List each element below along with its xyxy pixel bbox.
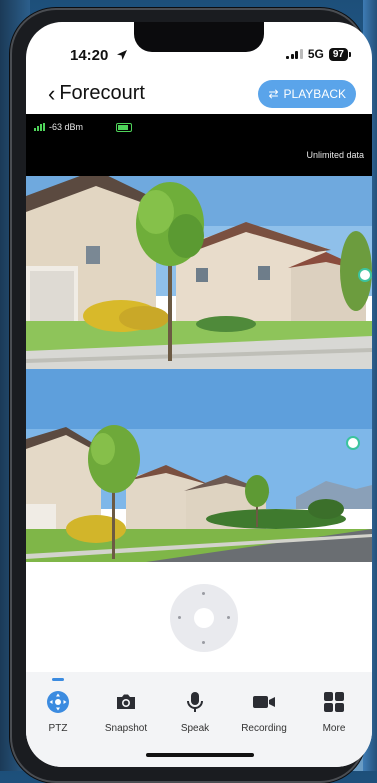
camera-feed-top[interactable] xyxy=(26,176,372,369)
chevron-left-icon: ‹ xyxy=(48,80,56,106)
swap-icon: ⇄ xyxy=(268,87,279,101)
joystick-right-indicator xyxy=(227,616,230,619)
phone-frame: 14:20 5G 97 ‹ Forecourt ⇄ PLAYBACK -63 d… xyxy=(10,8,372,783)
status-time: 14:20 xyxy=(70,47,109,64)
playback-button[interactable]: ⇄ PLAYBACK xyxy=(258,80,356,108)
tab-label: Snapshot xyxy=(104,723,148,734)
tab-label: PTZ xyxy=(48,723,68,734)
camera-battery-icon xyxy=(116,123,132,132)
cellular-signal-icon xyxy=(286,49,303,59)
joystick-down-indicator xyxy=(202,641,205,644)
live-view-header: -63 dBm Unlimited data xyxy=(26,114,372,176)
battery-indicator: 97 xyxy=(328,47,352,61)
signal-strength: -63 dBm xyxy=(49,122,84,132)
tab-label: More xyxy=(322,723,346,734)
ptz-marker-bottom[interactable] xyxy=(346,436,360,450)
network-type: 5G xyxy=(307,47,324,61)
ptz-icon xyxy=(44,688,72,716)
tab-label: Recording xyxy=(241,723,287,734)
ptz-control-panel xyxy=(26,562,372,672)
app-screen: 14:20 5G 97 ‹ Forecourt ⇄ PLAYBACK -63 d… xyxy=(26,22,372,767)
active-tab-indicator xyxy=(52,678,64,681)
tab-more[interactable]: More xyxy=(302,688,366,734)
back-button[interactable]: ‹ Forecourt xyxy=(48,82,145,105)
street-scene-image xyxy=(26,176,372,369)
ptz-joystick[interactable] xyxy=(170,584,238,652)
camera-feed-bottom[interactable] xyxy=(26,369,372,562)
status-indicators: 5G 97 xyxy=(286,47,352,61)
microphone-icon xyxy=(181,688,209,716)
tab-recording[interactable]: Recording xyxy=(232,688,296,734)
location-arrow-icon xyxy=(117,50,127,60)
tab-ptz[interactable]: PTZ xyxy=(26,678,90,734)
page-title: Forecourt xyxy=(59,82,145,104)
joystick-up-indicator xyxy=(202,592,205,595)
video-camera-icon xyxy=(250,688,278,716)
tab-snapshot[interactable]: Snapshot xyxy=(94,688,158,734)
tab-label: Speak xyxy=(180,723,210,734)
ptz-marker-top[interactable] xyxy=(358,268,372,282)
wifi-signal-icon xyxy=(34,123,45,131)
joystick-left-indicator xyxy=(178,616,181,619)
tab-speak[interactable]: Speak xyxy=(163,688,227,734)
street-scene-wide-image xyxy=(26,369,372,562)
home-indicator[interactable] xyxy=(146,753,254,757)
playback-label: PLAYBACK xyxy=(283,87,346,101)
notch xyxy=(134,22,264,52)
grid-icon xyxy=(320,688,348,716)
camera-signal: -63 dBm xyxy=(34,122,83,132)
data-plan-label: Unlimited data xyxy=(306,150,364,160)
camera-icon xyxy=(112,688,140,716)
joystick-center[interactable] xyxy=(194,608,214,628)
header: ‹ Forecourt ⇄ PLAYBACK xyxy=(26,74,372,114)
